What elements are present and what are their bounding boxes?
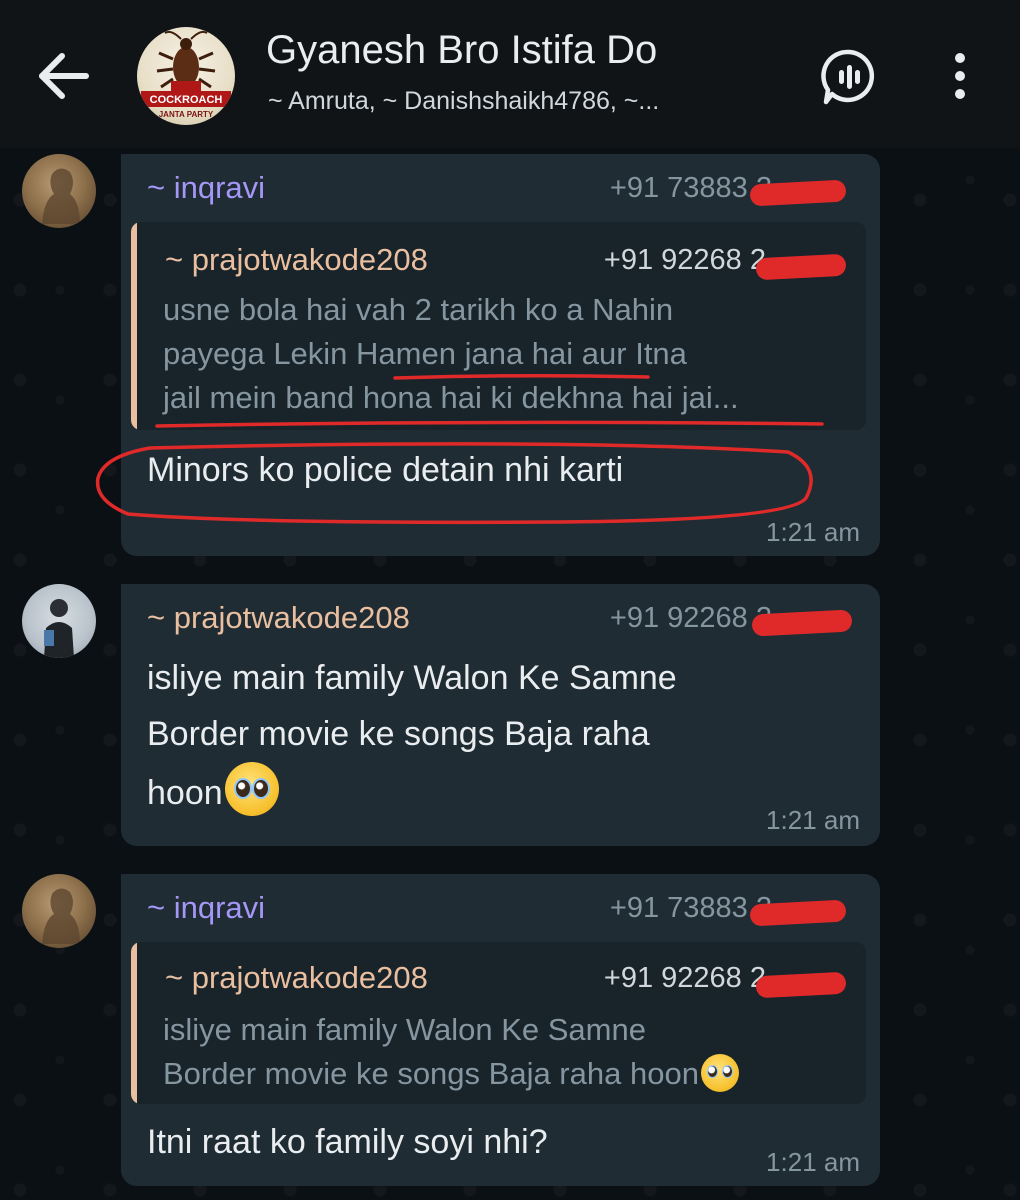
message-bubble[interactable]: ~ inqravi +91 73883 2 ~ prajotwakode208 …	[121, 874, 880, 1186]
message-time: 1:21 am	[766, 805, 860, 835]
back-arrow-icon[interactable]	[28, 44, 98, 108]
sender-avatar[interactable]	[22, 874, 96, 948]
quoted-sender-name: ~ prajotwakode208	[165, 960, 428, 995]
redaction-mark	[755, 971, 847, 999]
bust-photo-icon	[42, 168, 80, 224]
sender-name[interactable]: ~ inqravi	[147, 890, 265, 926]
svg-text:JANTA PARTY: JANTA PARTY	[159, 110, 214, 119]
group-members[interactable]: ~ Amruta, ~ Danishshaikh4786, ~...	[268, 87, 659, 116]
quoted-text: isliye main family Walon Ke Samne Border…	[163, 1008, 842, 1096]
quoted-sender-name: ~ prajotwakode208	[165, 242, 428, 277]
voice-chat-icon[interactable]	[818, 46, 880, 108]
sender-name[interactable]: ~ inqravi	[147, 170, 265, 206]
message-bubble[interactable]: ~ prajotwakode208 +91 92268 2 isliye mai…	[121, 584, 880, 846]
group-title[interactable]: Gyanesh Bro Istifa Do	[266, 28, 657, 73]
sender-name[interactable]: ~ prajotwakode208	[147, 600, 410, 636]
redaction-mark	[755, 253, 847, 281]
quoted-text: usne bola hai vah 2 tarikh ko a Nahin pa…	[163, 292, 739, 415]
sender-avatar[interactable]	[22, 154, 96, 228]
sender-avatar[interactable]	[22, 584, 96, 658]
quote-accent-bar	[131, 222, 137, 430]
message-time: 1:21 am	[766, 517, 860, 547]
group-avatar[interactable]: COCKROACH JANTA PARTY	[137, 27, 235, 125]
bust-photo-icon	[42, 888, 80, 944]
more-options-icon[interactable]	[940, 48, 980, 104]
pleading-face-emoji-icon	[700, 1054, 739, 1092]
quoted-message[interactable]: ~ prajotwakode208 +91 92268 2 usne bola …	[131, 222, 866, 430]
quote-accent-bar	[131, 942, 137, 1104]
message-text: Itni raat ko family soyi nhi?	[147, 1123, 548, 1161]
message-text: Minors ko police detain nhi karti	[147, 451, 624, 489]
person-photo-icon	[44, 599, 74, 658]
quoted-message[interactable]: ~ prajotwakode208 +91 92268 2 isliye mai…	[131, 942, 866, 1104]
message-time: 1:21 am	[766, 1147, 860, 1177]
pleading-face-emoji-icon	[224, 762, 279, 816]
chat-header: COCKROACH JANTA PARTY Gyanesh Bro Istifa…	[0, 0, 1020, 148]
message-bubble[interactable]: ~ inqravi +91 73883 2 ~ prajotwakode208 …	[121, 154, 880, 556]
message-text: isliye main family Walon Ke Samne Border…	[147, 650, 856, 821]
svg-text:COCKROACH: COCKROACH	[150, 94, 223, 106]
cockroach-logo-icon: COCKROACH JANTA PARTY	[141, 30, 231, 119]
